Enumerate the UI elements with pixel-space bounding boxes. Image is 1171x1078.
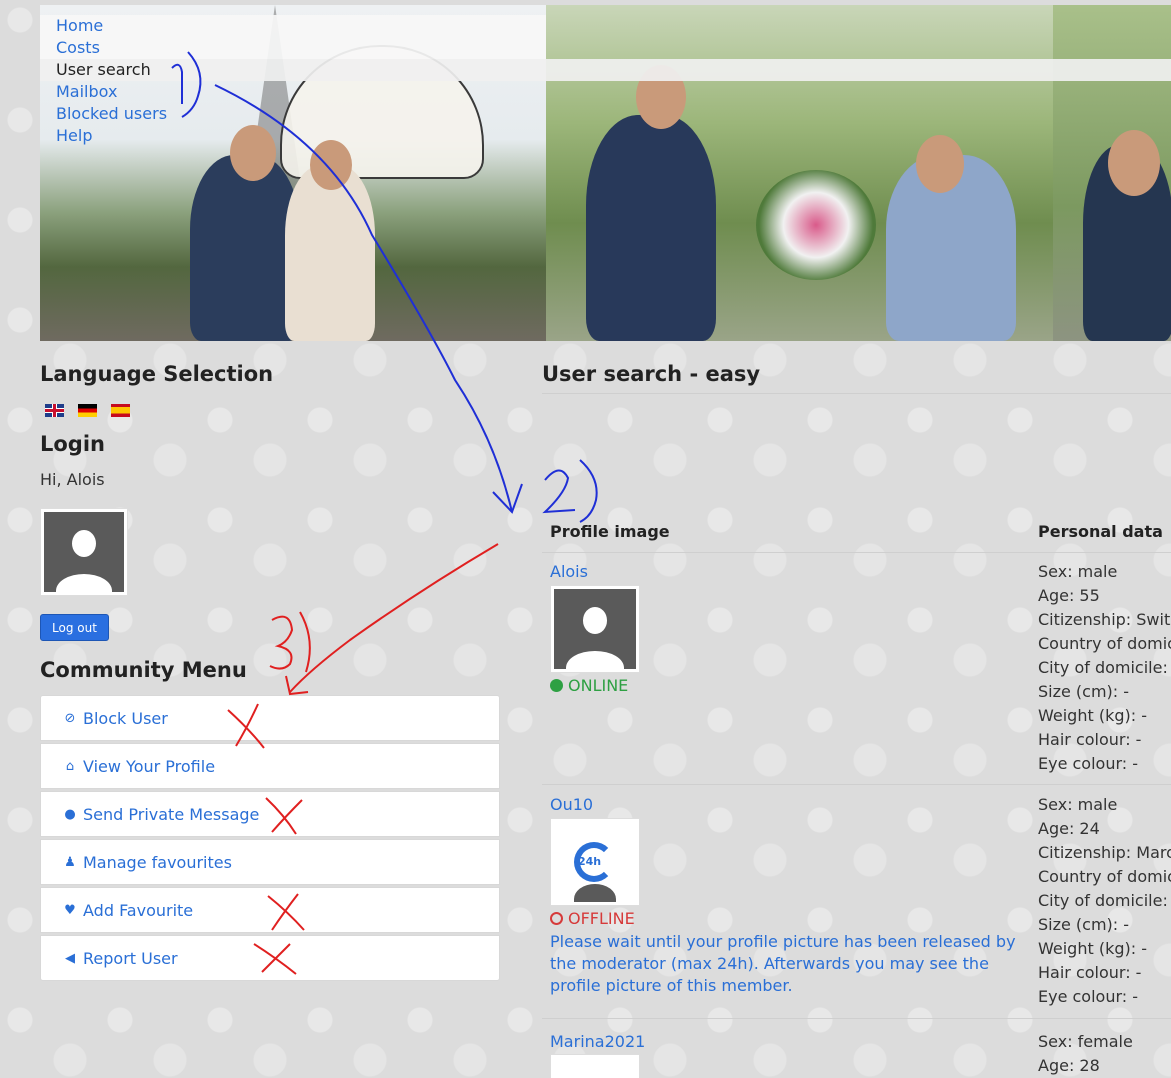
personal-data-list: Sex: male Age: 24 Citizenship: Maroc Cou… <box>1038 793 1171 1009</box>
personal-data-item: Weight (kg): - <box>1038 706 1147 725</box>
home-icon: ⌂ <box>65 758 75 774</box>
users-icon: ♟ <box>64 854 76 870</box>
personal-data-item: Sex: male <box>1038 795 1118 814</box>
view-profile-button[interactable]: ⌂ View Your Profile <box>40 743 500 789</box>
flag-uk-icon[interactable] <box>45 404 64 417</box>
chat-icon: ● <box>64 806 76 822</box>
personal-data-item: Sex: male <box>1038 562 1118 581</box>
personal-data-item: City of domicile: - <box>1038 891 1171 910</box>
personal-data-item: Citizenship: Switzerland <box>1038 610 1171 629</box>
avatar[interactable] <box>40 508 128 596</box>
personal-data-item: Country of domicile: - <box>1038 634 1171 653</box>
blue-arrow-head <box>492 483 523 514</box>
member-name-link[interactable]: Alois <box>550 562 588 581</box>
nav-mailbox[interactable]: Mailbox <box>40 81 1171 103</box>
personal-data-item: Sex: female <box>1038 1032 1133 1051</box>
default-avatar-icon <box>554 589 636 669</box>
personal-data-item: Age: 28 <box>1038 1056 1100 1075</box>
online-dot-icon <box>550 679 563 692</box>
status-badge: OFFLINE <box>550 909 635 928</box>
menu-label: Block User <box>83 708 168 728</box>
community-menu: ⊘ Block User ⌂ View Your Profile ● Send Pri… <box>40 695 500 981</box>
column-header-profile-image: Profile image <box>550 522 670 541</box>
personal-data-item: Size (cm): - <box>1038 915 1130 934</box>
woman-head <box>310 140 352 190</box>
personal-data-item: Citizenship: Maroc <box>1038 843 1171 862</box>
menu-label: Send Private Message <box>83 804 260 824</box>
results-table-header: Profile image Personal data <box>542 516 1171 553</box>
report-user-button[interactable]: ◀ Report User <box>40 935 500 981</box>
red-arrow-line <box>289 543 499 693</box>
manage-favourites-button[interactable]: ♟ Manage favourites <box>40 839 500 885</box>
menu-label: Report User <box>83 948 178 968</box>
nav-costs[interactable]: Costs <box>40 37 546 59</box>
flag-de-icon[interactable] <box>78 404 97 417</box>
personal-data-list: Sex: female Age: 28 <box>1038 1030 1171 1078</box>
column-header-personal-data: Personal data <box>1038 522 1163 541</box>
language-flags <box>45 404 130 417</box>
pending-review-icon <box>554 1058 636 1075</box>
divider <box>542 393 1171 394</box>
language-selection-title: Language Selection <box>40 362 274 386</box>
block-user-button[interactable]: ⊘ Block User <box>40 695 500 741</box>
personal-data-item: Age: 24 <box>1038 819 1100 838</box>
heart-icon: ♥ <box>64 902 76 918</box>
moderation-notice: Please wait until your profile picture h… <box>550 932 1016 995</box>
send-message-button[interactable]: ● Send Private Message <box>40 791 500 837</box>
personal-data-item: City of domicile: - <box>1038 658 1171 677</box>
man-figure <box>586 115 716 341</box>
red-arrow-head <box>285 675 309 696</box>
page-title: User search - easy <box>542 362 761 386</box>
nav-blocked-users[interactable]: Blocked users <box>40 103 1171 125</box>
personal-data-item: Country of domicile: - <box>1038 867 1171 886</box>
offline-dot-icon <box>550 912 563 925</box>
row-divider <box>542 1018 1171 1019</box>
main-nav: Home Costs User search Mailbox Blocked u… <box>40 15 1171 147</box>
status-badge: ONLINE <box>550 676 628 695</box>
logout-button[interactable]: Log out <box>40 614 109 641</box>
default-avatar-icon <box>44 512 124 592</box>
nav-help[interactable]: Help <box>40 125 1171 147</box>
blue-bracket-2 <box>542 459 598 523</box>
login-title: Login <box>40 432 105 456</box>
personal-data-list: Sex: male Age: 55 Citizenship: Switzerla… <box>1038 560 1171 776</box>
member-profile-image[interactable]: 24h <box>550 818 640 906</box>
member-profile-image[interactable] <box>550 1054 640 1078</box>
personal-data-item: Weight (kg): - <box>1038 939 1147 958</box>
personal-data-item: Hair colour: - <box>1038 730 1142 749</box>
member-name-link[interactable]: Ou10 <box>550 795 593 814</box>
personal-data-item: Size (cm): - <box>1038 682 1130 701</box>
member-profile-image[interactable] <box>550 585 640 673</box>
personal-data-item: Hair colour: - <box>1038 963 1142 982</box>
nav-home[interactable]: Home <box>40 15 546 37</box>
man-figure <box>190 155 300 341</box>
row-divider <box>542 784 1171 785</box>
member-name-link[interactable]: Marina2021 <box>550 1032 645 1051</box>
add-favourite-button[interactable]: ♥ Add Favourite <box>40 887 500 933</box>
personal-data-item: Eye colour: - <box>1038 987 1139 1006</box>
pending-review-icon: 24h <box>554 822 636 902</box>
personal-data-item: Age: 55 <box>1038 586 1100 605</box>
status-label: OFFLINE <box>568 909 635 928</box>
status-label: ONLINE <box>568 676 629 695</box>
menu-label: Add Favourite <box>83 900 194 920</box>
flower-bouquet <box>756 170 876 280</box>
flag-es-icon[interactable] <box>111 404 130 417</box>
menu-label: View Your Profile <box>83 756 216 776</box>
greeting: Hi, Alois <box>40 470 105 489</box>
personal-data-item: Eye colour: - <box>1038 754 1139 773</box>
nav-user-search[interactable]: User search <box>40 59 1171 81</box>
ban-icon: ⊘ <box>64 710 76 726</box>
bullhorn-icon: ◀ <box>65 950 75 966</box>
woman-figure <box>285 165 375 341</box>
community-menu-title: Community Menu <box>40 658 247 682</box>
red-bracket-3 <box>269 611 311 673</box>
menu-label: Manage favourites <box>83 852 232 872</box>
